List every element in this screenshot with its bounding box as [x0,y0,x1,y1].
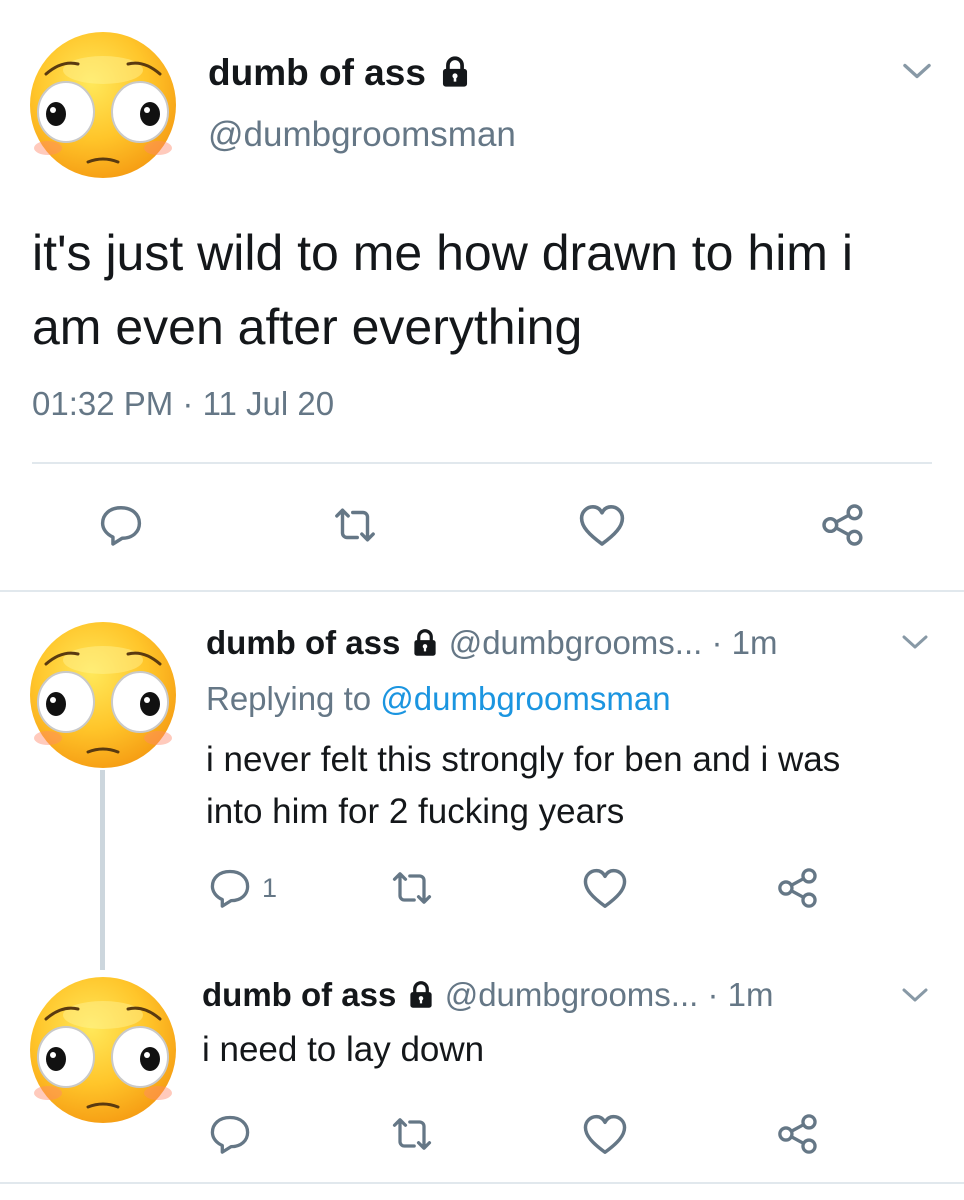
avatar[interactable] [28,620,178,770]
replying-to: Replying to @dumbgroomsman [206,680,671,718]
reply-icon[interactable] [98,502,144,548]
reply-text: i never felt this strongly for ben and i… [206,734,840,838]
replying-to-handle-link[interactable]: @dumbgroomsman [380,680,670,717]
share-icon[interactable] [820,502,866,548]
reply-icon [208,866,252,910]
share-icon[interactable] [776,1112,820,1156]
lock-icon [410,627,440,657]
tweet-timestamp[interactable]: 01:32 PM · 11 Jul 20 [32,385,334,423]
user-handle[interactable]: @dumbgrooms... [445,976,699,1013]
heart-icon[interactable] [582,866,628,912]
avatar[interactable] [28,975,178,1125]
chevron-down-icon[interactable] [900,632,930,652]
reply-icon[interactable] [208,1112,252,1156]
reply-header[interactable]: dumb of ass @dumbgrooms... · 1m [206,624,777,662]
display-name[interactable]: dumb of ass [208,52,472,94]
retweet-icon[interactable] [330,502,380,548]
avatar[interactable] [28,30,178,180]
reply-text: i need to lay down [202,1030,485,1069]
display-name-text: dumb of ass [208,52,426,93]
tweet-time[interactable]: 1m [732,624,778,661]
user-handle[interactable]: @dumbgroomsman [208,115,516,155]
display-name[interactable]: dumb of ass [206,624,400,661]
chevron-down-icon[interactable] [900,985,930,1005]
share-icon[interactable] [776,866,820,910]
tweet-time: 01:32 PM [32,385,174,422]
divider [0,1182,964,1184]
reply-text-line: i never felt this strongly for ben and i… [206,740,841,779]
separator-dot: · [707,976,719,1013]
thread-line [100,770,105,970]
reply-count: 1 [262,872,278,903]
divider [0,590,964,592]
tweet-date: 11 Jul 20 [202,385,335,422]
display-name[interactable]: dumb of ass [202,976,396,1013]
reply-header[interactable]: dumb of ass @dumbgrooms... · 1m [202,976,773,1014]
lock-icon [438,54,472,88]
user-handle[interactable]: @dumbgrooms... [449,624,703,661]
tweet-text: it's just wild to me how drawn to him i … [32,225,853,355]
tweet-time[interactable]: 1m [728,976,774,1013]
retweet-icon[interactable] [388,1112,436,1156]
separator-dot: · [711,624,723,661]
chevron-down-icon[interactable] [900,60,934,82]
retweet-icon[interactable] [388,866,436,910]
replying-to-prefix: Replying to [206,680,372,717]
reply-text-line: into him for 2 fucking years [206,792,625,831]
separator-dot: · [182,385,194,422]
divider [32,462,932,464]
heart-icon[interactable] [582,1112,628,1158]
reply-button[interactable]: 1 [208,866,277,910]
heart-icon[interactable] [578,502,626,550]
lock-icon [406,979,436,1009]
